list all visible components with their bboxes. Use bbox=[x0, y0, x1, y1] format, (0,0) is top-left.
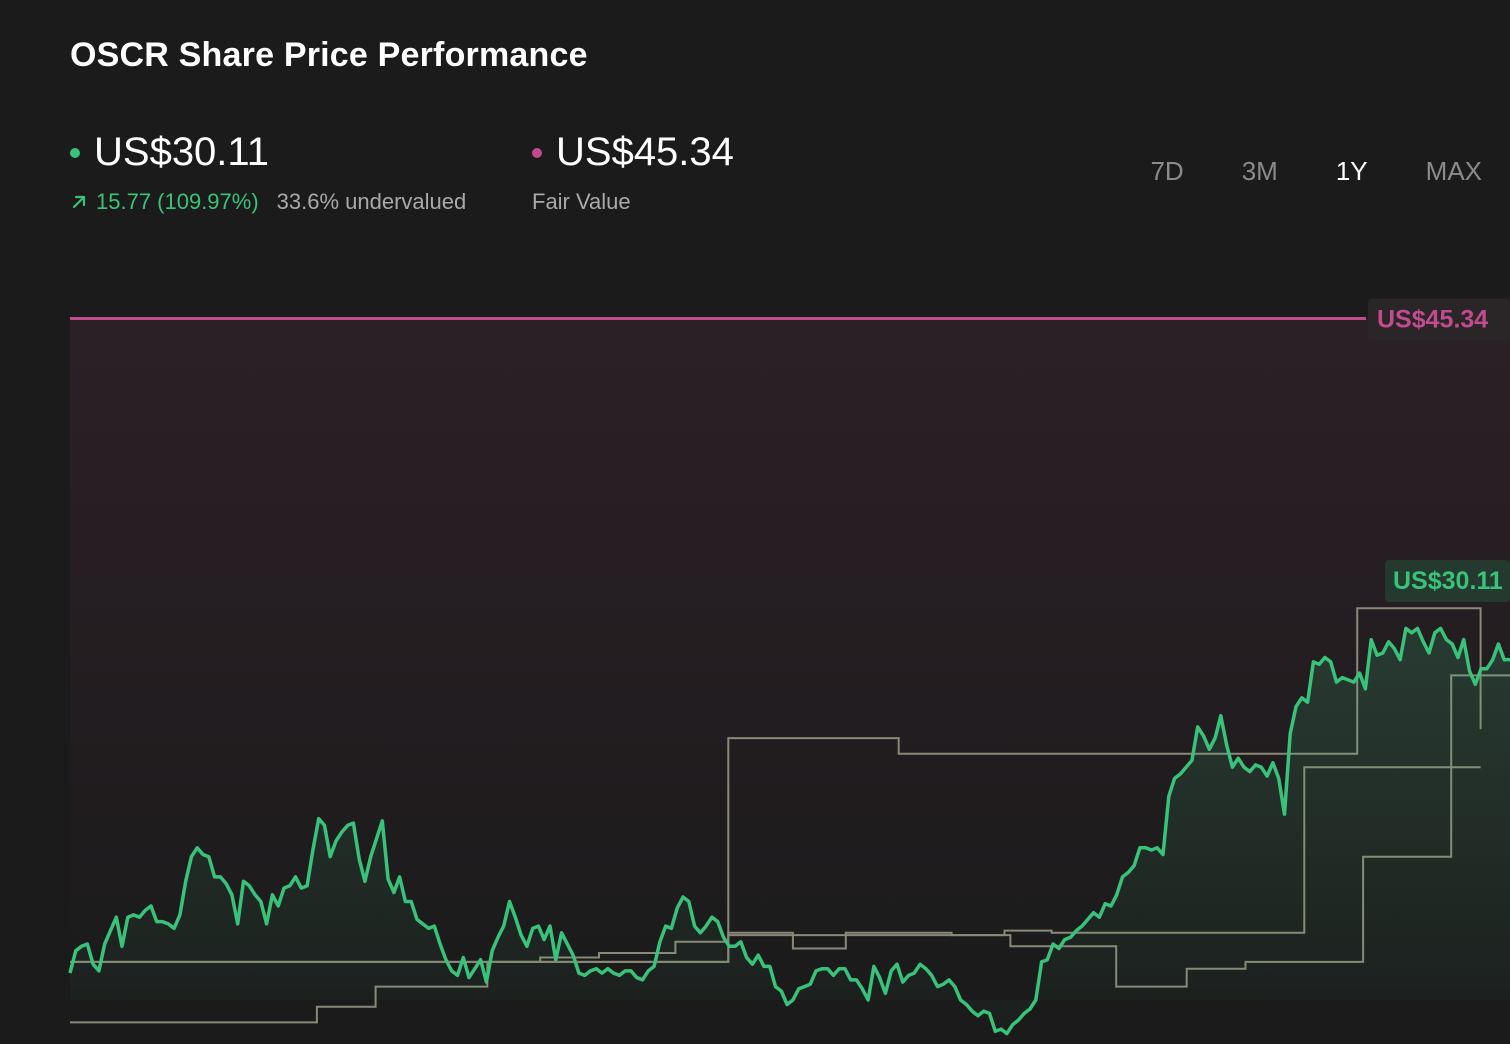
price-chart: US$45.34 US$30.11 bbox=[68, 298, 1510, 1036]
last-price-label: US$30.11 bbox=[1393, 567, 1503, 595]
fair-value-line-label: US$45.34 bbox=[1377, 306, 1488, 334]
